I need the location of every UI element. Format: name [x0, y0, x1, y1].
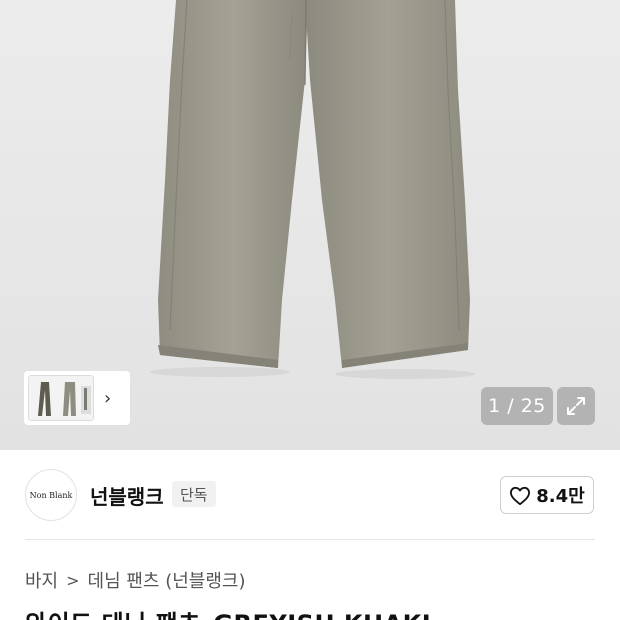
thumbnail-image[interactable] — [28, 375, 94, 421]
brand-row: Non Blank 넌블랭크 단독 8.4만 — [0, 450, 620, 540]
heart-icon — [510, 486, 531, 505]
exclusive-badge: 단독 — [172, 481, 216, 507]
like-button[interactable]: 8.4만 — [500, 476, 594, 514]
expand-arrows-icon — [567, 397, 585, 415]
brand-name[interactable]: 넌블랭크 — [90, 481, 164, 510]
product-image-gallery[interactable]: › 1 / 25 — [0, 0, 620, 450]
breadcrumb-item-category[interactable]: 바지 — [25, 567, 58, 593]
thumbnail-strip[interactable]: › — [24, 371, 130, 425]
like-count: 8.4만 — [536, 486, 585, 507]
chevron-right-icon: > — [66, 570, 80, 590]
breadcrumb-item-subcategory[interactable]: 데님 팬츠 (넌블랭크) — [88, 567, 246, 593]
divider — [25, 539, 595, 540]
brand-logo-text: Non Blank — [29, 490, 73, 500]
product-title: 와이드 데님 팬츠_GREYISH KHAKI — [25, 604, 431, 620]
brand-logo[interactable]: Non Blank — [25, 469, 77, 521]
breadcrumb: 바지 > 데님 팬츠 (넌블랭크) — [25, 567, 246, 593]
expand-button[interactable] — [557, 387, 595, 425]
image-counter: 1 / 25 — [481, 387, 553, 425]
chevron-right-icon[interactable]: › — [104, 388, 111, 409]
